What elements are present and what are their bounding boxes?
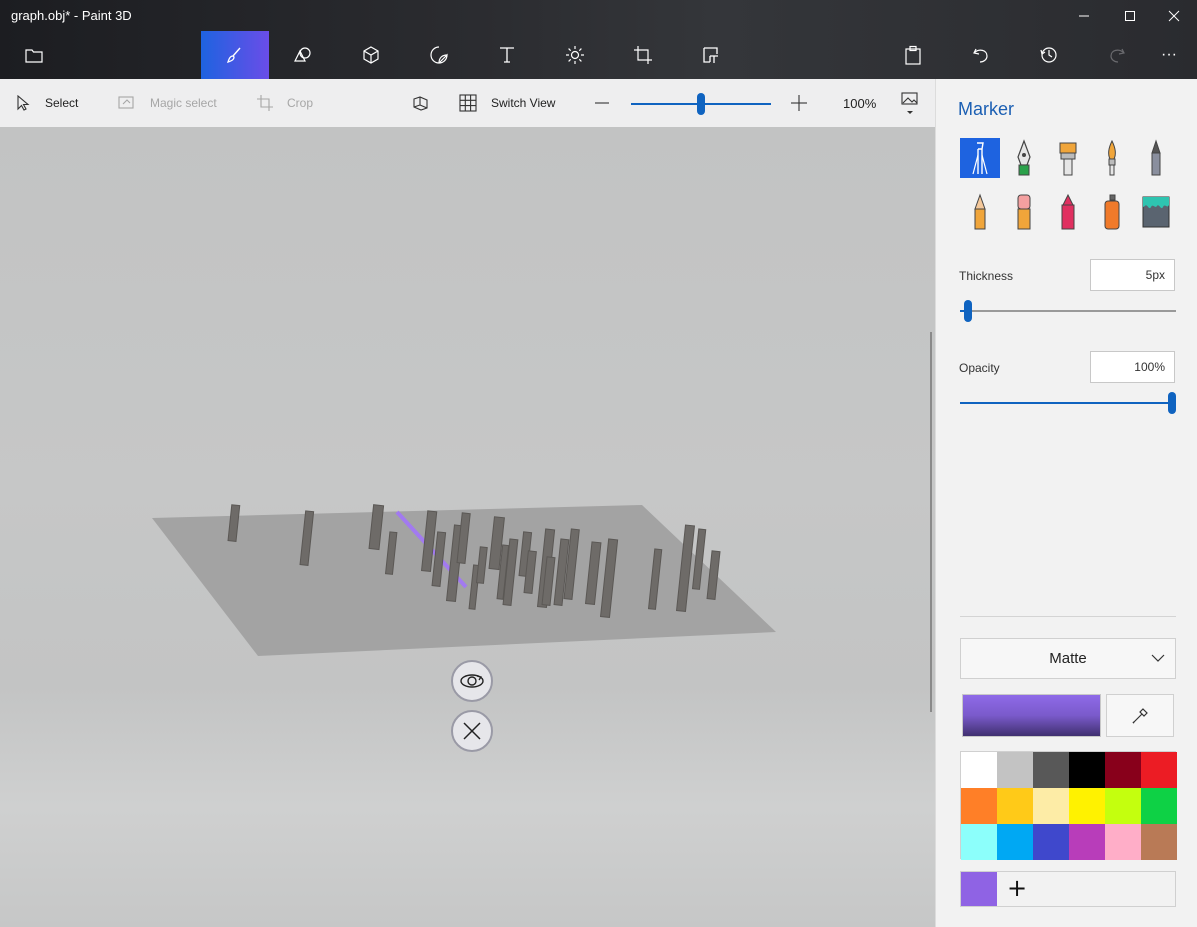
watercolor-icon[interactable] bbox=[1092, 138, 1132, 178]
palette-swatch[interactable] bbox=[997, 788, 1033, 824]
select-label: Select bbox=[45, 96, 79, 110]
magic-select-icon bbox=[118, 96, 134, 109]
background-image-icon[interactable] bbox=[901, 79, 933, 127]
fill-bucket-icon[interactable] bbox=[1136, 192, 1176, 232]
opacity-input[interactable]: 100% bbox=[1090, 351, 1175, 383]
zoom-slider-thumb[interactable] bbox=[697, 93, 705, 115]
3d-view-button[interactable] bbox=[412, 79, 444, 127]
pencil-icon[interactable] bbox=[960, 192, 1000, 232]
thickness-input[interactable]: 5px bbox=[1090, 259, 1175, 291]
window-title: graph.obj* - Paint 3D bbox=[11, 8, 132, 23]
opacity-label: Opacity bbox=[959, 361, 1000, 375]
side-panel: Marker Thickness 5px Opacity 100% Matte … bbox=[935, 79, 1197, 927]
add-color-button[interactable]: + bbox=[1005, 876, 1029, 902]
palette-swatch[interactable] bbox=[1105, 752, 1141, 788]
oil-brush-icon[interactable] bbox=[1048, 138, 1088, 178]
3d-view-icon bbox=[413, 96, 428, 111]
3d-graph-model[interactable] bbox=[0, 127, 935, 927]
text-icon[interactable] bbox=[473, 31, 541, 79]
remix3d-icon[interactable] bbox=[677, 31, 745, 79]
finish-value: Matte bbox=[1049, 650, 1087, 667]
palette-swatch[interactable] bbox=[1033, 752, 1069, 788]
magic-select-button[interactable]: Magic select bbox=[118, 79, 217, 127]
canvas-crop-icon[interactable] bbox=[609, 31, 677, 79]
sticker-icon[interactable] bbox=[405, 31, 473, 79]
close-icon[interactable] bbox=[451, 710, 493, 752]
crop-icon bbox=[257, 95, 273, 111]
palette-swatch[interactable] bbox=[1069, 752, 1105, 788]
crayon-icon[interactable] bbox=[1048, 192, 1088, 232]
palette-swatch[interactable] bbox=[1033, 788, 1069, 824]
select-button[interactable]: Select bbox=[15, 79, 78, 127]
palette-swatch[interactable] bbox=[997, 752, 1033, 788]
minimize-icon[interactable] bbox=[1061, 0, 1107, 32]
palette-swatch[interactable] bbox=[1141, 788, 1177, 824]
spray-can-icon[interactable] bbox=[1092, 192, 1132, 232]
palette-swatch[interactable] bbox=[961, 824, 997, 860]
marker-icon[interactable] bbox=[960, 138, 1000, 178]
canvas-scrollbar[interactable] bbox=[930, 332, 932, 712]
finish-dropdown[interactable]: Matte bbox=[960, 638, 1176, 679]
magic-select-label: Magic select bbox=[150, 96, 217, 110]
zoom-in-icon[interactable] bbox=[790, 79, 822, 127]
close-icon[interactable] bbox=[1151, 0, 1197, 32]
palette-swatch[interactable] bbox=[1033, 824, 1069, 860]
calligraphy-pen-icon[interactable] bbox=[1004, 138, 1044, 178]
palette-swatch[interactable] bbox=[961, 752, 997, 788]
effects-sun-icon[interactable] bbox=[541, 31, 609, 79]
palette-swatch[interactable] bbox=[1105, 824, 1141, 860]
switch-view-label: Switch View bbox=[491, 96, 556, 110]
eyedropper-icon[interactable] bbox=[1106, 694, 1174, 737]
zoom-out-icon[interactable] bbox=[594, 79, 624, 127]
3d-cube-icon[interactable] bbox=[337, 31, 405, 79]
palette-swatch[interactable] bbox=[1141, 752, 1177, 788]
chevron-down-icon bbox=[1151, 654, 1165, 662]
thickness-slider[interactable] bbox=[960, 300, 1176, 322]
palette-swatch[interactable] bbox=[997, 824, 1033, 860]
paste-icon[interactable] bbox=[879, 31, 947, 79]
current-color-swatch[interactable] bbox=[962, 694, 1101, 737]
folder-icon[interactable] bbox=[0, 31, 68, 79]
zoom-percent[interactable]: 100% bbox=[843, 79, 876, 127]
pixel-pen-icon[interactable] bbox=[1136, 138, 1176, 178]
crop-label: Crop bbox=[287, 96, 314, 110]
brush-icon[interactable] bbox=[201, 31, 269, 79]
undo-icon[interactable] bbox=[947, 31, 1015, 79]
3d-canvas[interactable] bbox=[0, 127, 935, 927]
panel-title: Marker bbox=[958, 99, 1015, 119]
custom-colors-row: + bbox=[960, 871, 1176, 907]
opacity-slider-thumb[interactable] bbox=[1168, 392, 1176, 414]
opacity-slider[interactable] bbox=[960, 392, 1176, 414]
custom-color-swatch[interactable] bbox=[961, 872, 997, 906]
palette-swatch[interactable] bbox=[1141, 824, 1177, 860]
crop-button[interactable]: Crop bbox=[257, 79, 313, 127]
2d-shapes-icon[interactable] bbox=[269, 31, 337, 79]
zoom-slider[interactable] bbox=[631, 79, 771, 127]
panel-divider bbox=[960, 616, 1176, 617]
sub-toolbar: Select Magic select Crop Switch View 100… bbox=[0, 79, 935, 127]
rotate-icon[interactable] bbox=[451, 660, 493, 702]
app-header: graph.obj* - Paint 3D ··· bbox=[0, 0, 1197, 79]
more-icon[interactable]: ··· bbox=[1141, 31, 1197, 79]
select-cursor-icon bbox=[17, 95, 30, 111]
color-palette bbox=[960, 751, 1177, 860]
switch-view-button[interactable]: Switch View bbox=[459, 79, 555, 127]
thickness-label: Thickness bbox=[959, 269, 1014, 283]
history-icon[interactable] bbox=[1015, 31, 1083, 79]
palette-swatch[interactable] bbox=[1069, 824, 1105, 860]
eraser-icon[interactable] bbox=[1004, 192, 1044, 232]
grid-icon bbox=[459, 94, 477, 112]
palette-swatch[interactable] bbox=[961, 788, 997, 824]
palette-swatch[interactable] bbox=[1069, 788, 1105, 824]
thickness-slider-thumb[interactable] bbox=[964, 300, 973, 322]
palette-swatch[interactable] bbox=[1105, 788, 1141, 824]
maximize-icon[interactable] bbox=[1107, 0, 1153, 32]
